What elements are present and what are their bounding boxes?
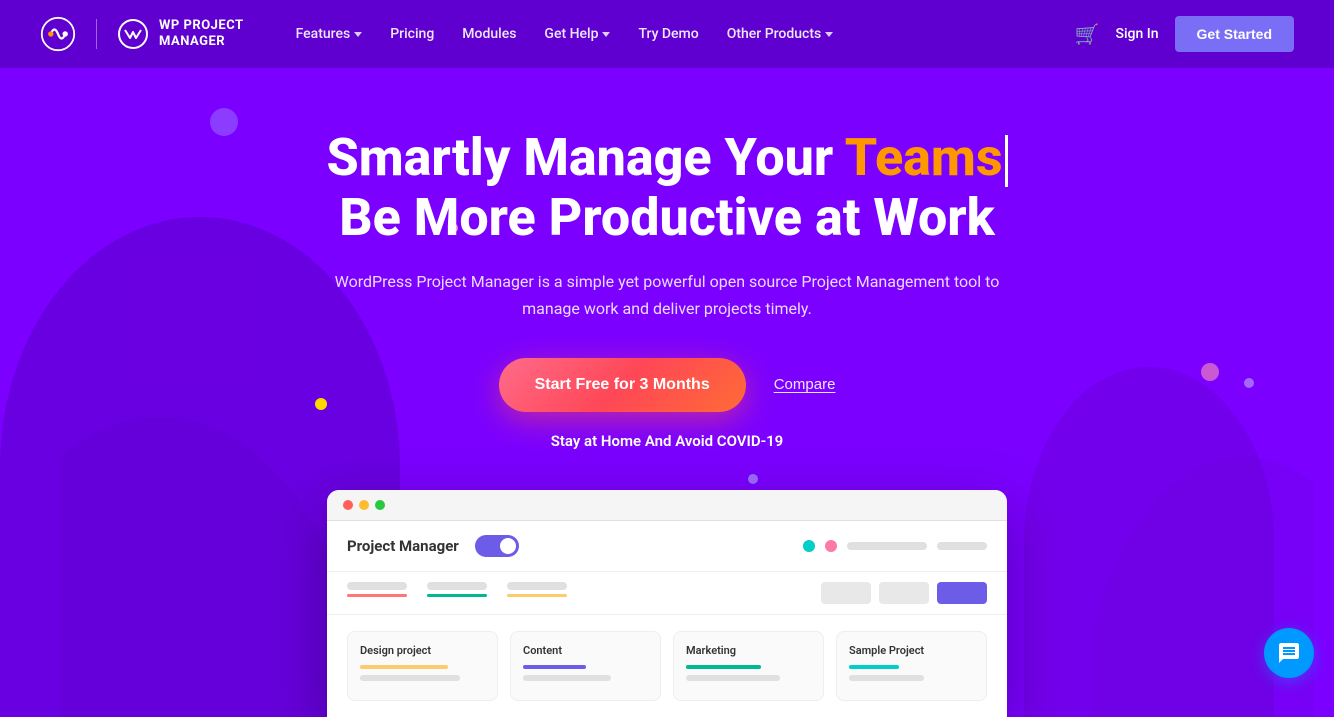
card-title-2: Marketing [686,644,811,657]
mockup-btn-group [821,582,987,614]
chevron-down-icon [825,32,833,37]
project-card-0[interactable]: Design project [347,631,498,701]
project-card-1[interactable]: Content [510,631,661,701]
nav-other-products[interactable]: Other Products [715,18,846,50]
mockup-btn-2[interactable] [879,582,929,604]
mockup-toggle[interactable] [475,535,519,557]
mockup-tab-1[interactable] [427,582,487,614]
traffic-dot-yellow [359,500,369,510]
sign-in-button[interactable]: Sign In [1116,26,1159,42]
main-nav: WP PROJECT MANAGER Features Pricing Modu… [0,0,1334,68]
deco-circle-6 [748,474,758,484]
cart-icon[interactable]: 🛒 [1075,22,1100,46]
card-title-0: Design project [360,644,485,657]
mockup-tab-2[interactable] [507,582,567,614]
logo-text-line2: MANAGER [159,34,244,50]
hero-section: Smartly Manage Your Teams Be More Produc… [0,68,1334,717]
deco-circle-1 [210,108,238,136]
deco-circle-3 [315,398,327,410]
hero-subtitle: WordPress Project Manager is a simple ye… [327,268,1007,322]
card-line-1 [523,675,611,681]
chevron-down-icon [602,32,610,37]
header-dot-teal [803,540,815,552]
card-title-3: Sample Project [849,644,974,657]
mockup-app-title: Project Manager [347,537,459,555]
project-card-2[interactable]: Marketing [673,631,824,701]
chevron-down-icon [354,32,362,37]
mockup-header: Project Manager [327,521,1007,572]
header-dot-pink [825,540,837,552]
compare-button[interactable]: Compare [774,376,836,393]
bg-arch-left [60,367,360,717]
card-bar-2 [686,665,761,669]
mockup-btn-3[interactable] [937,582,987,604]
nav-features[interactable]: Features [284,18,375,50]
nav-links: Features Pricing Modules Get Help Try De… [284,18,1075,50]
logo-divider [96,19,97,49]
chat-bubble[interactable] [1264,628,1314,678]
card-bar-3 [849,665,899,669]
mockup-btn-1[interactable] [821,582,871,604]
app-mockup: Project Manager [327,490,1007,717]
deco-circle-4 [1244,378,1254,388]
typing-cursor [1005,135,1008,187]
card-bar-0 [360,665,448,669]
card-line-2 [686,675,780,681]
nav-try-demo[interactable]: Try Demo [626,18,710,50]
nav-modules[interactable]: Modules [450,18,528,50]
logo-text: WP PROJECT [159,18,244,34]
project-card-3[interactable]: Sample Project [836,631,987,701]
card-bar-1 [523,665,586,669]
nav-get-help[interactable]: Get Help [532,18,622,50]
traffic-dot-red [343,500,353,510]
wp-manager-icon [117,18,149,50]
card-line-3 [849,675,924,681]
traffic-dot-green [375,500,385,510]
mockup-project-cards: Design project Content Marketing Sample … [327,615,1007,717]
mockup-tab-0[interactable] [347,582,407,614]
mockup-titlebar [327,490,1007,521]
header-line-2 [937,542,987,550]
start-free-button[interactable]: Start Free for 3 Months [499,358,746,412]
hero-title: Smartly Manage Your Teams Be More Produc… [326,128,1007,248]
covid-notice: Stay at Home And Avoid COVID-19 [551,432,784,450]
logo[interactable]: WP PROJECT MANAGER [40,16,244,52]
nav-actions: 🛒 Sign In Get Started [1075,16,1294,52]
logo-icon [40,16,76,52]
mockup-header-right [803,540,987,552]
chat-icon [1277,641,1301,665]
bg-blob-right [1024,367,1274,717]
deco-circle-5 [1201,363,1219,381]
card-line-0 [360,675,460,681]
nav-pricing[interactable]: Pricing [378,18,446,50]
mockup-tabs [327,572,1007,615]
get-started-button[interactable]: Get Started [1175,16,1294,52]
header-line-1 [847,542,927,550]
cta-buttons: Start Free for 3 Months Compare [499,358,836,412]
card-title-1: Content [523,644,648,657]
